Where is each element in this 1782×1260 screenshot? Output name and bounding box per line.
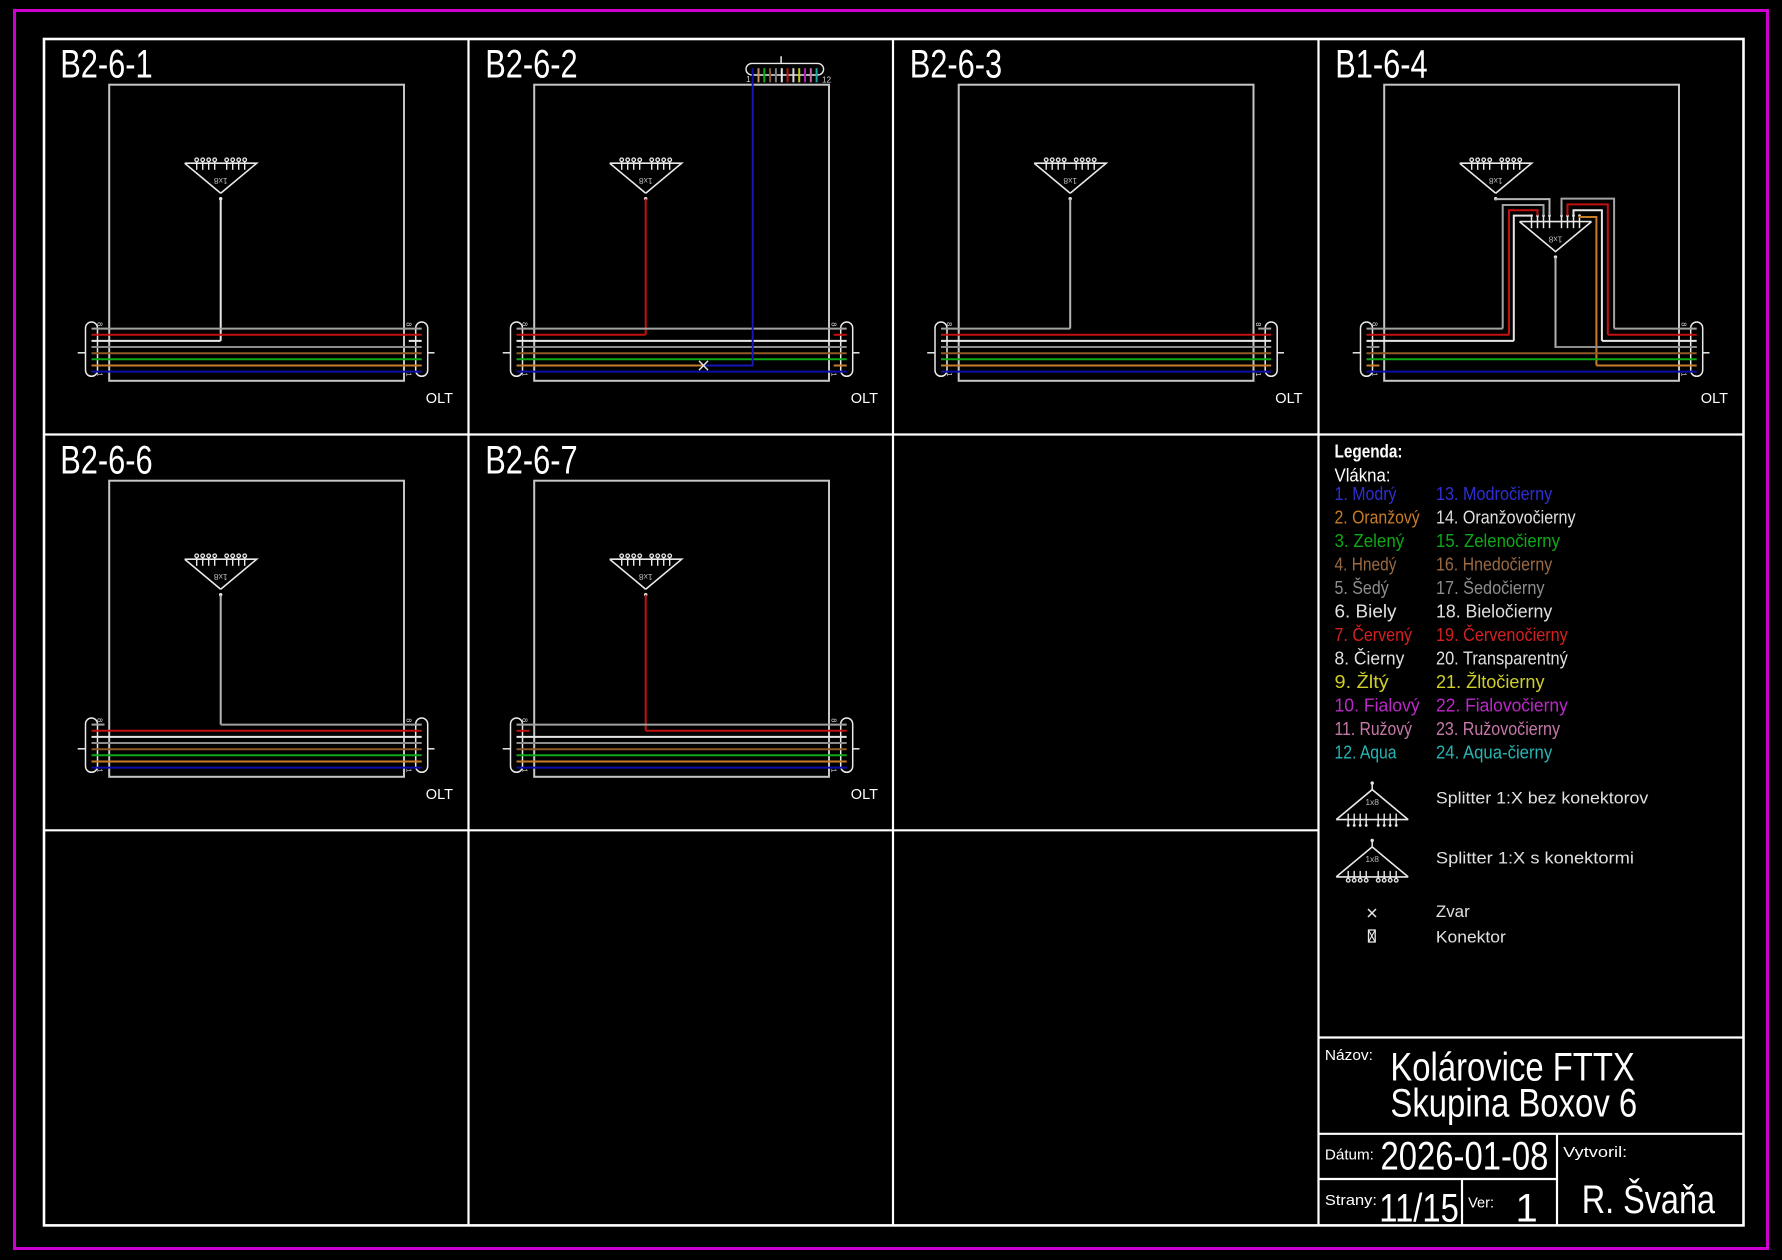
svg-text:1x8: 1x8	[639, 572, 653, 582]
svg-text:20. Transparentný: 20. Transparentný	[1436, 648, 1568, 668]
svg-text:1x8: 1x8	[1365, 854, 1379, 864]
svg-text:Ver:: Ver:	[1468, 1195, 1494, 1212]
svg-text:OLT: OLT	[1275, 391, 1302, 407]
svg-text:Vytvoril:: Vytvoril:	[1563, 1144, 1627, 1161]
svg-text:1x8: 1x8	[214, 176, 228, 186]
svg-text:10. Fialový: 10. Fialový	[1335, 696, 1420, 716]
svg-text:12. Aqua: 12. Aqua	[1335, 743, 1398, 763]
svg-text:4. Hnedý: 4. Hnedý	[1335, 554, 1397, 574]
svg-text:8: 8	[521, 322, 530, 326]
svg-text:1: 1	[96, 372, 105, 376]
svg-text:OLT: OLT	[851, 787, 878, 803]
svg-text:B2-6-7: B2-6-7	[485, 439, 578, 483]
svg-text:15. Zelenočierny: 15. Zelenočierny	[1436, 531, 1560, 551]
svg-text:1x8: 1x8	[1548, 234, 1562, 244]
svg-text:18. Bieločierny: 18. Bieločierny	[1436, 601, 1552, 621]
svg-text:22. Fialovočierny: 22. Fialovočierny	[1436, 696, 1568, 716]
svg-text:13. Modročierny: 13. Modročierny	[1436, 484, 1552, 504]
svg-text:B1-6-4: B1-6-4	[1335, 43, 1428, 87]
svg-text:1x8: 1x8	[214, 572, 228, 582]
svg-text:8. Čierny: 8. Čierny	[1335, 647, 1405, 668]
svg-text:8: 8	[96, 322, 105, 326]
svg-text:8: 8	[96, 718, 105, 722]
svg-text:Strany:: Strany:	[1325, 1192, 1377, 1209]
svg-text:1: 1	[945, 372, 954, 376]
svg-text:Legenda:: Legenda:	[1335, 440, 1403, 461]
svg-text:1: 1	[1254, 372, 1263, 376]
svg-text:OLT: OLT	[426, 391, 453, 407]
svg-text:8: 8	[1254, 322, 1263, 326]
svg-text:B2-6-1: B2-6-1	[60, 43, 153, 87]
svg-text:1: 1	[96, 768, 105, 772]
svg-text:8: 8	[405, 322, 414, 326]
svg-text:B2-6-6: B2-6-6	[60, 439, 153, 483]
svg-text:1: 1	[830, 372, 839, 376]
svg-text:5. Šedý: 5. Šedý	[1335, 577, 1389, 598]
svg-text:1: 1	[1371, 372, 1380, 376]
svg-text:3. Zelený: 3. Zelený	[1335, 531, 1405, 551]
svg-text:1: 1	[1516, 1186, 1538, 1230]
svg-text:1: 1	[830, 768, 839, 772]
svg-text:Dátum:: Dátum:	[1325, 1147, 1374, 1164]
svg-text:OLT: OLT	[1701, 391, 1728, 407]
svg-text:2. Oranžový: 2. Oranžový	[1335, 507, 1420, 527]
svg-text:14. Oranžovočierny: 14. Oranžovočierny	[1436, 507, 1576, 527]
svg-text:1x8: 1x8	[1063, 176, 1077, 186]
svg-text:1: 1	[521, 372, 530, 376]
svg-text:Splitter 1:X s konektormi: Splitter 1:X s konektormi	[1436, 848, 1634, 867]
svg-text:12: 12	[822, 75, 831, 84]
svg-text:OLT: OLT	[851, 391, 878, 407]
svg-text:9. Žltý: 9. Žltý	[1335, 672, 1389, 692]
svg-text:6. Biely: 6. Biely	[1335, 601, 1397, 621]
svg-text:Konektor: Konektor	[1436, 927, 1506, 946]
svg-text:24. Aqua-čierny: 24. Aqua-čierny	[1436, 743, 1552, 763]
svg-text:1: 1	[746, 75, 751, 84]
svg-text:1: 1	[405, 768, 414, 772]
svg-text:8: 8	[830, 322, 839, 326]
svg-text:Názov:: Názov:	[1325, 1047, 1373, 1064]
svg-text:R. Švaňa: R. Švaňa	[1582, 1177, 1716, 1222]
svg-text:21. Žltočierny: 21. Žltočierny	[1436, 672, 1545, 692]
svg-text:8: 8	[1680, 322, 1689, 326]
svg-text:Splitter 1:X bez konektorov: Splitter 1:X bez konektorov	[1436, 789, 1649, 808]
svg-text:1: 1	[1680, 372, 1689, 376]
svg-text:1: 1	[405, 372, 414, 376]
svg-text:16. Hnedočierny: 16. Hnedočierny	[1436, 554, 1552, 574]
svg-text:1x8: 1x8	[639, 176, 653, 186]
svg-text:B2-6-2: B2-6-2	[485, 43, 578, 87]
svg-text:8: 8	[830, 718, 839, 722]
svg-text:Zvar: Zvar	[1436, 902, 1470, 921]
svg-text:19. Červenočierny: 19. Červenočierny	[1436, 624, 1568, 645]
svg-text:OLT: OLT	[426, 787, 453, 803]
svg-text:8: 8	[521, 718, 530, 722]
svg-text:7. Červený: 7. Červený	[1335, 624, 1413, 645]
svg-text:11. Ružový: 11. Ružový	[1335, 719, 1413, 739]
svg-text:Vlákna:: Vlákna:	[1335, 465, 1391, 485]
svg-text:1x8: 1x8	[1489, 176, 1503, 186]
svg-text:23. Ružovočierny: 23. Ružovočierny	[1436, 719, 1560, 739]
svg-text:B2-6-3: B2-6-3	[910, 43, 1003, 87]
svg-text:1x8: 1x8	[1365, 797, 1379, 807]
svg-text:2026-01-08: 2026-01-08	[1381, 1135, 1549, 1179]
svg-text:8: 8	[1371, 322, 1380, 326]
svg-text:11/15: 11/15	[1379, 1186, 1459, 1230]
svg-text:Skupina Boxov 6: Skupina Boxov 6	[1390, 1082, 1637, 1126]
svg-text:17. Šedočierny: 17. Šedočierny	[1436, 577, 1545, 598]
svg-text:8: 8	[405, 718, 414, 722]
svg-text:1: 1	[521, 768, 530, 772]
svg-text:8: 8	[945, 322, 954, 326]
svg-text:1. Modrý: 1. Modrý	[1335, 484, 1397, 504]
